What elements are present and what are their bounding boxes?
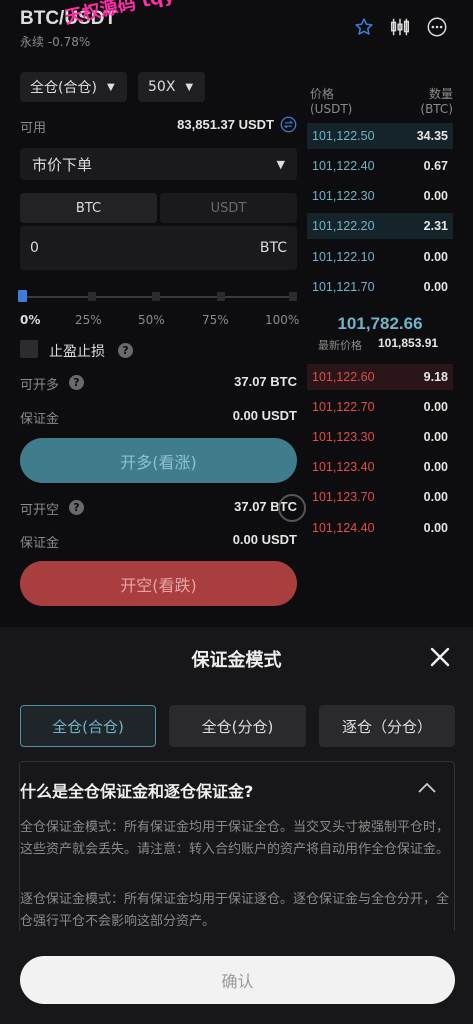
faq-paragraph-cross: 全仓保证金模式：所有保证金均用于保证全仓。当交叉头寸被强制平仓时，这些资产就会丢… xyxy=(20,820,450,857)
long-margin-label: 保证金 xyxy=(20,412,60,427)
ask-row[interactable]: 101,123.70 0.00 xyxy=(307,484,453,510)
bid-row[interactable]: 101,122.50 34.35 xyxy=(307,123,453,149)
slider-mark-75[interactable]: 75% xyxy=(202,313,229,327)
more-icon[interactable] xyxy=(424,14,450,40)
ask-row[interactable]: 101,123.30 0.00 xyxy=(307,424,453,450)
can-open-short-label: 可开空 xyxy=(20,503,60,518)
ask-row[interactable]: 101,123.40 0.00 xyxy=(307,454,453,480)
bid-row[interactable]: 101,122.40 0.67 xyxy=(307,153,453,179)
caret-down-icon: ▼ xyxy=(106,81,115,93)
latest-price-value: 101,853.91 xyxy=(378,336,439,350)
floating-circle-icon[interactable] xyxy=(278,494,306,522)
confirm-button[interactable]: 确认 xyxy=(20,956,455,1004)
watermark: 天权源码 tqym xyxy=(62,0,195,29)
slider-mark-50[interactable]: 50% xyxy=(138,313,165,327)
margin-mode-select[interactable]: 全仓(合仓) ▼ xyxy=(20,72,127,102)
available-label: 可用 xyxy=(20,121,47,136)
help-icon[interactable]: ? xyxy=(69,500,84,515)
star-icon[interactable] xyxy=(351,14,377,40)
order-type-select[interactable]: 市价下单 ▼ xyxy=(20,148,297,180)
help-icon[interactable]: ? xyxy=(118,343,133,358)
caret-down-icon: ▼ xyxy=(276,157,285,171)
unit-tab-usdt[interactable]: USDT xyxy=(160,193,297,223)
open-long-button[interactable]: 开多(看涨) xyxy=(20,438,297,483)
transfer-icon[interactable] xyxy=(280,116,297,133)
order-type-value: 市价下单 xyxy=(32,155,93,174)
chevron-up-icon[interactable] xyxy=(416,778,438,798)
caret-down-icon: ▼ xyxy=(185,81,194,93)
available-value: 83,851.37 USDT xyxy=(177,117,274,132)
perpetual-label: 永续 xyxy=(20,35,45,49)
candlestick-icon[interactable] xyxy=(387,14,413,40)
short-margin-value: 0.00 USDT xyxy=(232,532,297,547)
unit-tab-btc[interactable]: BTC xyxy=(20,193,157,223)
close-icon[interactable] xyxy=(427,646,453,672)
slider-mark-0[interactable]: 0% xyxy=(20,313,40,327)
tp-sl-checkbox[interactable] xyxy=(20,340,38,358)
mid-price: 101,782.66 xyxy=(337,314,423,333)
leverage-select[interactable]: 50X ▼ xyxy=(138,72,205,102)
mode-cross-merged[interactable]: 全仓(合仓) xyxy=(20,705,156,747)
leverage-value: 50X xyxy=(148,79,176,95)
amount-input[interactable]: 0 BTC xyxy=(20,226,297,270)
amount-unit: BTC xyxy=(259,240,287,256)
slider-thumb[interactable] xyxy=(18,290,27,302)
tp-sl-label: 止盈止损 xyxy=(49,344,105,360)
help-icon[interactable]: ? xyxy=(69,375,84,390)
bid-row[interactable]: 101,122.10 0.00 xyxy=(307,244,453,270)
sheet-title: 保证金模式 xyxy=(191,650,282,671)
can-open-long-label: 可开多 xyxy=(20,378,60,393)
ask-row[interactable]: 101,122.60 9.18 xyxy=(307,364,453,390)
ask-row[interactable]: 101,122.70 0.00 xyxy=(307,394,453,420)
bid-row[interactable]: 101,121.70 0.00 xyxy=(307,274,453,300)
long-margin-value: 0.00 USDT xyxy=(232,408,297,423)
bid-row[interactable]: 101,122.30 0.00 xyxy=(307,183,453,209)
faq-title[interactable]: 什么是全仓保证金和逐仓保证金? xyxy=(20,778,253,802)
slider-tick-75[interactable] xyxy=(217,292,225,301)
bid-row[interactable]: 101,122.20 2.31 xyxy=(307,213,453,239)
short-margin-label: 保证金 xyxy=(20,536,60,551)
slider-mark-25[interactable]: 25% xyxy=(75,313,102,327)
amount-value: 0 xyxy=(30,240,39,256)
open-short-button[interactable]: 开空(看跌) xyxy=(20,561,297,606)
latest-price-label: 最新价格 xyxy=(318,339,362,352)
mode-cross-split[interactable]: 全仓(分仓) xyxy=(169,705,306,747)
pair-subtitle: 永续 -0.78% xyxy=(20,33,90,50)
price-change: -0.78% xyxy=(47,35,91,49)
faq-paragraph-isolated: 逐仓保证金模式：所有保证金均用于保证逐仓。逐仓保证金与全仓分开，全仓强行平仓不会… xyxy=(20,892,450,929)
slider-tick-50[interactable] xyxy=(152,292,160,301)
ob-price-header: 价格 (USDT) xyxy=(310,87,353,116)
margin-mode-value: 全仓(合仓) xyxy=(30,80,97,96)
ob-qty-header: 数量 (BTC) xyxy=(420,87,453,116)
slider-tick-100[interactable] xyxy=(289,292,297,301)
slider-tick-25[interactable] xyxy=(88,292,96,301)
slider-mark-100[interactable]: 100% xyxy=(265,313,299,327)
can-open-long-value: 37.07 BTC xyxy=(234,374,297,389)
ask-row[interactable]: 101,124.40 0.00 xyxy=(307,515,453,541)
mode-isolated-split[interactable]: 逐仓（分仓） xyxy=(319,705,455,747)
